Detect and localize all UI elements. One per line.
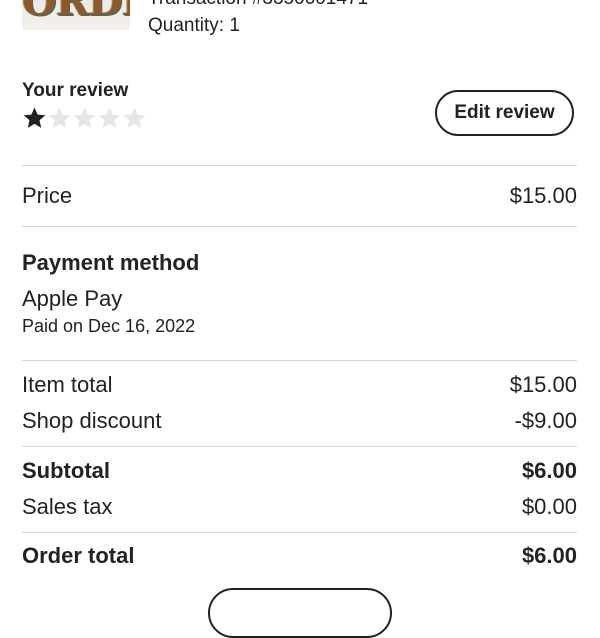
divider	[22, 226, 577, 227]
item-total-value: $15.00	[509, 372, 577, 397]
bottom-action-button[interactable]	[208, 588, 392, 638]
order-total-label: Order total	[22, 543, 135, 568]
subtotal-value: $6.00	[521, 458, 577, 483]
star-filled-icon	[23, 107, 46, 128]
edit-review-button[interactable]: Edit review	[435, 90, 574, 136]
shop-discount-value: -$9.00	[514, 408, 577, 433]
star-empty-icon	[48, 107, 71, 128]
star-empty-icon	[73, 107, 96, 128]
payment-method-title: Payment method	[22, 250, 200, 275]
review-label: Your review	[22, 80, 129, 101]
divider	[22, 446, 577, 447]
payment-method-name: Apple Pay	[22, 286, 123, 311]
subtotal-label: Subtotal	[22, 458, 110, 483]
divider	[22, 165, 577, 166]
product-thumbnail[interactable]: ORDER	[22, 0, 130, 30]
divider	[22, 360, 577, 361]
quantity-text: Quantity: 1	[148, 15, 240, 36]
thumbnail-text: ORDER	[22, 0, 130, 25]
price-label: Price	[22, 183, 73, 208]
star-rating	[22, 105, 147, 133]
transaction-number: Transaction #3350601471	[148, 0, 368, 10]
item-total-label: Item total	[22, 372, 113, 397]
price-value: $15.00	[509, 183, 577, 208]
sales-tax-label: Sales tax	[22, 494, 113, 519]
divider	[22, 532, 577, 533]
shop-discount-label: Shop discount	[22, 408, 162, 433]
order-total-value: $6.00	[521, 543, 577, 568]
star-empty-icon	[123, 107, 146, 128]
paid-on-date: Paid on Dec 16, 2022	[22, 316, 196, 336]
sales-tax-value: $0.00	[521, 494, 577, 519]
star-empty-icon	[98, 107, 121, 128]
